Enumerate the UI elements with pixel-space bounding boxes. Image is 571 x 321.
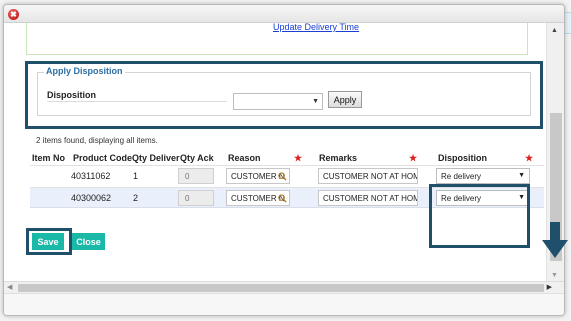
qty-ack-input[interactable]: 0 [178, 190, 214, 206]
disposition-label: Disposition [47, 90, 96, 100]
remarks-input[interactable]: CUSTOMER NOT AT HOM [318, 168, 418, 184]
delivery-info-box: Update Delivery Time [26, 23, 528, 55]
close-icon[interactable]: ✖ [8, 9, 19, 20]
qty-deliver-cell: 1 [133, 171, 139, 181]
header-disposition: Disposition [438, 153, 487, 163]
items-found-text: 2 items found, displaying all items. [36, 136, 158, 145]
apply-button[interactable]: Apply [328, 91, 362, 108]
disposition-select[interactable]: ▼ [233, 93, 323, 110]
header-remarks: Remarks [319, 153, 358, 163]
reason-input[interactable]: CUSTOMER N [226, 168, 290, 184]
modal-dialog: ✖ Update Delivery Time Apply Disposition… [3, 4, 565, 316]
scroll-up-icon[interactable]: ▲ [551, 27, 558, 34]
horizontal-scroll-thumb[interactable] [18, 284, 544, 292]
arrow-down-icon [542, 222, 568, 258]
disposition-row-select[interactable]: Re delivery ▼ [436, 168, 530, 184]
scroll-right-icon[interactable]: ▶ [547, 283, 552, 291]
scroll-left-icon[interactable]: ◀ [7, 283, 12, 291]
reason-input[interactable]: CUSTOMER N [226, 190, 290, 206]
header-qty-deliver: Qty Deliver [132, 153, 180, 163]
triangle-down-icon: ▼ [518, 172, 525, 179]
table-header: Item No Product Code Qty Deliver Qty Ack… [32, 153, 542, 165]
update-delivery-time-link[interactable]: Update Delivery Time [273, 23, 363, 32]
apply-disposition-fieldset: Apply Disposition Disposition ▼ Apply [37, 66, 531, 116]
qty-ack-input[interactable]: 0 [178, 168, 214, 184]
disposition-row-value: Re delivery [441, 172, 482, 181]
magnifier-icon[interactable] [278, 172, 287, 181]
close-button[interactable]: Close [72, 233, 105, 250]
horizontal-scrollbar[interactable]: ◀ ▶ [4, 281, 564, 293]
dialog-content: Update Delivery Time Apply Disposition D… [4, 23, 546, 281]
apply-disposition-highlight: Apply Disposition Disposition ▼ Apply [25, 61, 543, 129]
magnifier-icon[interactable] [278, 194, 287, 203]
disposition-column-highlight [429, 184, 530, 248]
apply-disposition-legend: Apply Disposition [44, 66, 125, 76]
divider [47, 101, 227, 102]
remarks-required-icon: ★ [409, 153, 418, 163]
reason-value: CUSTOMER N [231, 194, 285, 203]
dialog-titlebar: ✖ [4, 5, 564, 23]
product-code-cell: 40300062 [71, 193, 112, 203]
qty-deliver-cell: 2 [133, 193, 139, 203]
reason-required-icon: ★ [294, 153, 303, 163]
header-qty-ack: Qty Ack [180, 153, 214, 163]
disposition-required-icon: ★ [525, 153, 534, 163]
header-item-no: Item No [32, 153, 66, 163]
triangle-down-icon: ▼ [312, 98, 319, 105]
save-button[interactable]: Save [32, 233, 64, 250]
header-product-code: Product Code [73, 153, 133, 163]
reason-value: CUSTOMER N [231, 172, 285, 181]
remarks-input[interactable]: CUSTOMER NOT AT HOM [318, 190, 418, 206]
scroll-down-icon[interactable]: ▼ [551, 272, 558, 279]
product-code-cell: 40311062 [71, 171, 111, 181]
table-row: 40311062 1 0 CUSTOMER N CUSTOMER NOT AT … [30, 165, 544, 186]
dialog-footer [4, 293, 564, 315]
header-reason: Reason [228, 153, 261, 163]
